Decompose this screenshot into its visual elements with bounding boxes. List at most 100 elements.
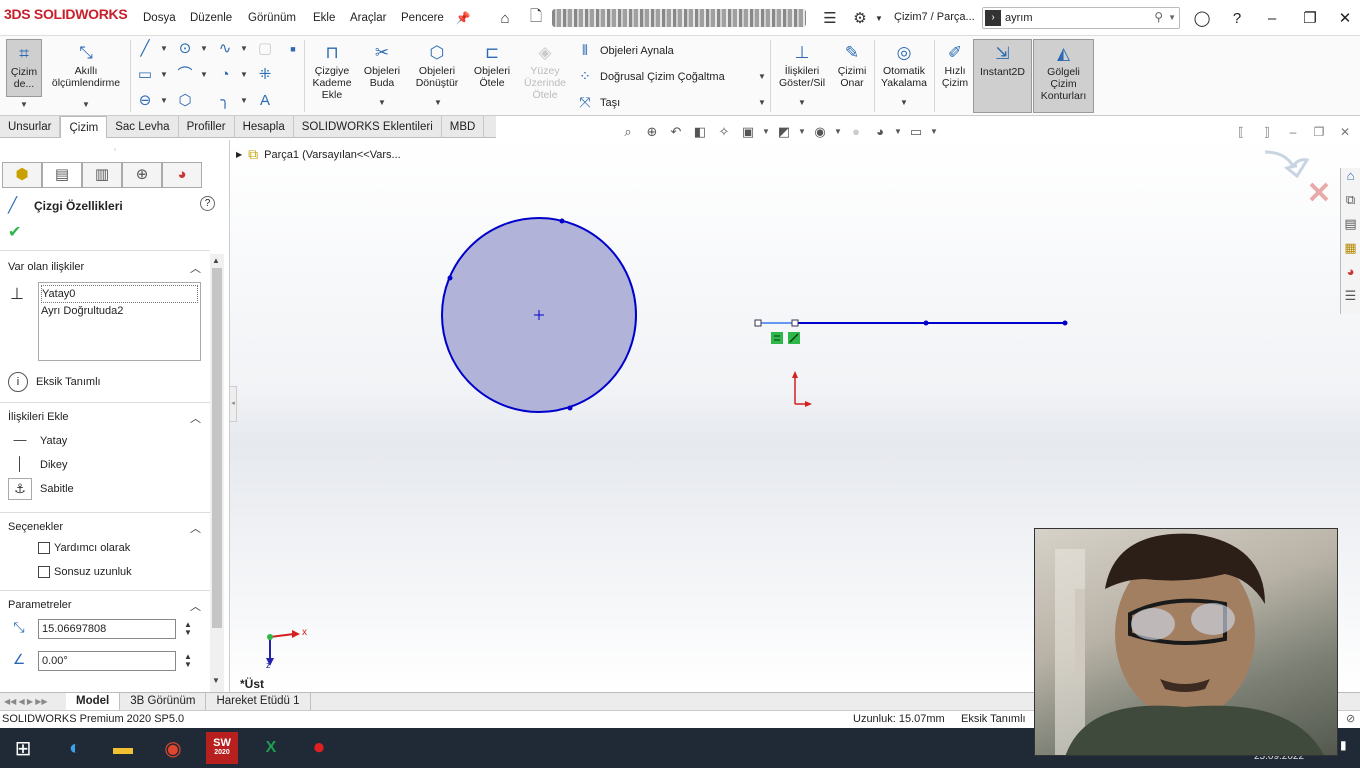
display-manager-tab-icon[interactable]: ◕ <box>162 162 202 188</box>
move-entities-button[interactable]: ⤧ Taşı <box>576 94 620 111</box>
linear-pattern-button[interactable]: ⁘ Doğrusal Çizim Çoğaltma <box>576 68 725 85</box>
straight-slot-icon[interactable]: ⊖ <box>136 92 154 110</box>
design-library-icon[interactable]: ⧉ <box>1341 192 1360 216</box>
options-header[interactable]: Seçenekler <box>8 521 63 533</box>
search-dropdown-icon[interactable]: ▼ <box>1168 13 1176 22</box>
offset-entities-button[interactable]: ⊓ Çizgiye Kademe Ekle <box>308 39 356 113</box>
relation-item[interactable]: Ayrı Doğrultuda2 <box>41 303 198 319</box>
custom-properties-icon[interactable]: ☰ <box>1341 288 1360 312</box>
add-relation-vertical[interactable]: │ Dikey <box>8 454 68 476</box>
circle-point[interactable] <box>447 275 453 281</box>
property-manager-tab-icon[interactable]: ▤ <box>42 162 82 188</box>
add-relation-fix[interactable]: ⚓ Sabitle <box>8 478 74 500</box>
zoom-area-icon[interactable]: ⊕ <box>642 123 662 141</box>
tab-mbd[interactable]: MBD <box>442 116 485 138</box>
display-style-dropdown-icon[interactable]: ▼ <box>798 123 806 141</box>
panel-drag-handle-icon[interactable]: ◦ <box>0 140 230 160</box>
menu-edit[interactable]: Düzenle <box>190 12 232 24</box>
line-endpoint-handle[interactable] <box>754 319 762 327</box>
rectangle-dropdown-icon[interactable]: ▼ <box>160 70 168 79</box>
tab-evaluate[interactable]: Hesapla <box>235 116 294 138</box>
spline-dropdown-icon[interactable]: ▼ <box>240 44 248 53</box>
arc-dropdown-icon[interactable]: ▼ <box>240 70 248 79</box>
solidworks-taskbar-icon[interactable]: SW 2020 <box>206 732 238 764</box>
circle-point[interactable] <box>567 405 573 411</box>
text-icon[interactable]: A <box>256 92 274 110</box>
hide-show-dropdown-icon[interactable]: ▼ <box>834 123 842 141</box>
viewport-close-icon[interactable]: ✕ <box>1336 123 1354 141</box>
parameters-header[interactable]: Parametreler <box>8 599 72 611</box>
zoom-to-fit-icon[interactable]: ⌕ <box>618 123 638 141</box>
restore-icon[interactable]: ❐ <box>1298 6 1322 30</box>
close-icon[interactable]: ✕ <box>1333 6 1357 30</box>
panel-collapse-handle[interactable]: ◂ <box>229 386 237 422</box>
line-endpoint-handle[interactable] <box>791 319 799 327</box>
menu-window[interactable]: Pencere <box>401 12 444 24</box>
view-orientation-dropdown-icon[interactable]: ▼ <box>762 123 770 141</box>
trim-dropdown-icon[interactable]: ▼ <box>378 98 386 107</box>
file-explorer-icon[interactable]: ▬ <box>108 734 138 762</box>
circle-icon[interactable]: ⊙ <box>176 40 194 58</box>
collapse-icon[interactable]: ︿ <box>190 260 201 276</box>
task-pane-home-icon[interactable]: ⌂ <box>1341 168 1360 192</box>
instant2d-button[interactable]: ⇲ Instant2D <box>973 39 1032 113</box>
fillet-dropdown-icon[interactable]: ▼ <box>240 96 248 105</box>
tab-weldments[interactable]: Profiller <box>179 116 235 138</box>
horizontal-relation-icon[interactable] <box>771 332 783 344</box>
configuration-manager-tab-icon[interactable]: ▥ <box>82 162 122 188</box>
section-view-icon[interactable]: ◧ <box>690 123 710 141</box>
dimxpert-tab-icon[interactable]: ⊕ <box>122 162 162 188</box>
hide-show-icon[interactable]: ◉ <box>810 123 830 141</box>
scroll-up-icon[interactable]: ▲ <box>212 256 220 265</box>
cancel-corner-icon[interactable] <box>1309 182 1329 202</box>
existing-relations-header[interactable]: Var olan ilişkiler <box>8 261 84 273</box>
move-dropdown-icon[interactable]: ▼ <box>758 98 766 107</box>
search-box[interactable]: › ⚲ ▼ <box>982 7 1180 29</box>
length-input[interactable] <box>38 619 176 639</box>
tab-model[interactable]: Model <box>66 693 121 710</box>
rapid-sketch-button[interactable]: ✐ Hızlı Çizim <box>938 39 972 113</box>
tab-sheet-metal[interactable]: Sac Levha <box>107 116 179 138</box>
minimize-icon[interactable]: – <box>1260 6 1284 30</box>
point-icon[interactable]: ■ <box>284 40 302 58</box>
pin-icon[interactable]: 📌 <box>453 8 473 28</box>
tab-features[interactable]: Unsurlar <box>0 116 61 138</box>
quick-snaps-dropdown-icon[interactable]: ▼ <box>900 98 908 107</box>
windows-start-icon[interactable]: ⊞ <box>8 734 38 762</box>
checkbox-box[interactable] <box>38 566 50 578</box>
collapse-icon[interactable]: ︿ <box>190 520 201 536</box>
user-icon[interactable]: ◯ <box>1190 6 1214 30</box>
file-explorer-icon[interactable]: ▤ <box>1341 216 1360 240</box>
sketch-button[interactable]: ⌗ Çizim de... <box>6 39 42 97</box>
mirror-entities-button[interactable]: ⫴ Objeleri Aynala <box>576 42 674 59</box>
menu-file[interactable]: Dosya <box>143 12 176 24</box>
scroll-down-icon[interactable]: ▼ <box>212 676 220 685</box>
view-settings-icon[interactable]: ▭ <box>906 123 926 141</box>
search-input[interactable] <box>1005 10 1145 26</box>
help-icon[interactable]: ? <box>1225 6 1249 30</box>
edit-appearance-icon[interactable]: ● <box>846 123 866 141</box>
solidworks-logo[interactable]: 3DS SOLIDWORKS <box>4 6 128 22</box>
spline-icon[interactable]: ∿ <box>216 40 234 58</box>
view-orientation-icon[interactable]: ▣ <box>738 123 758 141</box>
record-icon[interactable]: ⏺ <box>304 734 334 762</box>
arc-icon[interactable]: ◔ <box>216 66 234 84</box>
ok-checkmark-icon[interactable]: ✔ <box>8 222 21 242</box>
appearances-icon[interactable]: ◕ <box>1341 264 1360 288</box>
view-settings-dropdown-icon[interactable]: ▼ <box>930 123 938 141</box>
shaded-contours-button[interactable]: ◭ Gölgeli Çizim Konturları <box>1033 39 1094 113</box>
tab-addins[interactable]: SOLIDWORKS Eklentileri <box>294 116 442 138</box>
add-relations-header[interactable]: İlişkileri Ekle <box>8 411 69 423</box>
panel-scrollbar-thumb[interactable] <box>212 268 222 628</box>
repair-sketch-button[interactable]: ✎ Çizimi Onar <box>832 39 872 113</box>
collapse-icon[interactable]: ︿ <box>190 598 201 614</box>
infinite-length-checkbox[interactable]: Sonsuz uzunluk <box>38 566 132 578</box>
circle-point[interactable] <box>559 218 565 224</box>
tab-scroll-arrows[interactable]: ◀◀ ◀ ▶ ▶▶ <box>0 693 66 710</box>
fillet-icon[interactable]: ╮ <box>216 92 234 110</box>
polygon-icon[interactable]: ⬡ <box>176 92 194 110</box>
display-style-icon[interactable]: ◩ <box>774 123 794 141</box>
notification-icon[interactable]: ▮ <box>1340 738 1347 752</box>
previous-view-icon[interactable]: ↶ <box>666 123 686 141</box>
circle-dropdown-icon[interactable]: ▼ <box>200 44 208 53</box>
